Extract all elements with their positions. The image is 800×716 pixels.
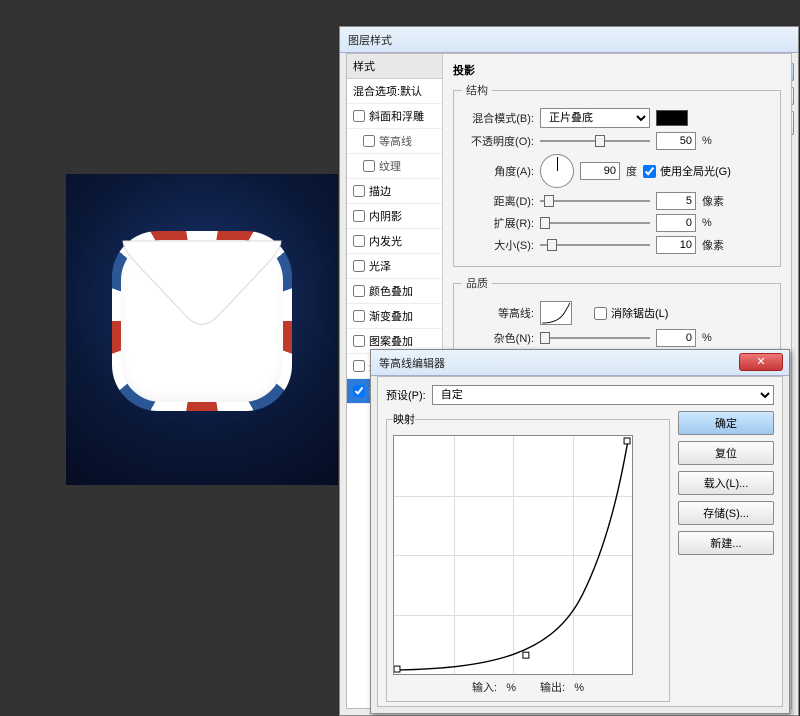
style-checkbox[interactable] xyxy=(353,285,365,297)
style-checkbox[interactable] xyxy=(353,185,365,197)
style-checkbox[interactable] xyxy=(363,135,375,147)
style-row-4[interactable]: 内阴影 xyxy=(347,204,442,229)
style-row-2[interactable]: 纹理 xyxy=(347,154,442,179)
style-checkbox[interactable] xyxy=(353,385,365,397)
canvas-area xyxy=(0,0,339,716)
spread-input[interactable] xyxy=(656,214,696,232)
quality-group: 品质 等高线: 消除锯齿(L) 杂色(N): % xyxy=(453,275,781,360)
style-label: 斜面和浮雕 xyxy=(369,108,424,124)
style-checkbox[interactable] xyxy=(353,210,365,222)
opacity-slider[interactable] xyxy=(540,134,650,148)
size-input[interactable] xyxy=(656,236,696,254)
reset-button[interactable]: 复位 xyxy=(678,441,774,465)
structure-group: 结构 混合模式(B): 正片叠底 不透明度(O): % 角度(A): xyxy=(453,82,781,267)
icon-preview xyxy=(66,174,338,485)
style-checkbox[interactable] xyxy=(353,260,365,272)
new-button[interactable]: 新建... xyxy=(678,531,774,555)
layer-style-titlebar[interactable]: 图层样式 xyxy=(340,27,798,53)
load-button[interactable]: 载入(L)... xyxy=(678,471,774,495)
style-checkbox[interactable] xyxy=(363,160,375,172)
envelope-icon xyxy=(112,231,292,411)
style-label: 图案叠加 xyxy=(369,333,413,349)
distance-slider[interactable] xyxy=(540,194,650,208)
contour-curve-icon xyxy=(394,436,632,674)
angle-dial[interactable] xyxy=(540,154,574,188)
noise-input[interactable] xyxy=(656,329,696,347)
style-row-0[interactable]: 斜面和浮雕 xyxy=(347,104,442,129)
panel-title: 投影 xyxy=(453,62,781,78)
style-checkbox[interactable] xyxy=(353,360,365,372)
layer-style-title: 图层样式 xyxy=(348,32,392,48)
distance-input[interactable] xyxy=(656,192,696,210)
blending-options-row[interactable]: 混合选项:默认 xyxy=(347,79,442,104)
style-row-3[interactable]: 描边 xyxy=(347,179,442,204)
style-checkbox[interactable] xyxy=(353,310,365,322)
style-label: 内发光 xyxy=(369,233,402,249)
style-label: 内阴影 xyxy=(369,208,402,224)
style-row-5[interactable]: 内发光 xyxy=(347,229,442,254)
style-row-1[interactable]: 等高线 xyxy=(347,129,442,154)
blend-mode-select[interactable]: 正片叠底 xyxy=(540,108,650,128)
spread-slider[interactable] xyxy=(540,216,650,230)
preset-label: 预设(P): xyxy=(386,387,426,403)
size-slider[interactable] xyxy=(540,238,650,252)
contour-curve-editor[interactable] xyxy=(393,435,633,675)
mapping-group: 映射 输入: % 输出: % xyxy=(386,411,670,702)
envelope-flap-icon xyxy=(117,239,287,334)
noise-slider[interactable] xyxy=(540,331,650,345)
style-label: 渐变叠加 xyxy=(369,308,413,324)
style-row-7[interactable]: 颜色叠加 xyxy=(347,279,442,304)
antialias-checkbox[interactable]: 消除锯齿(L) xyxy=(594,305,668,321)
angle-input[interactable] xyxy=(580,162,620,180)
opacity-input[interactable] xyxy=(656,132,696,150)
contour-editor-dialog: 等高线编辑器 ✕ 预设(P): 自定 映射 xyxy=(370,349,790,714)
style-list-header: 样式 xyxy=(347,54,442,79)
style-row-8[interactable]: 渐变叠加 xyxy=(347,304,442,329)
use-global-light-checkbox[interactable]: 使用全局光(G) xyxy=(643,163,731,179)
style-label: 等高线 xyxy=(379,133,412,149)
style-label: 纹理 xyxy=(379,158,401,174)
preset-select[interactable]: 自定 xyxy=(432,385,774,405)
shadow-color-swatch[interactable] xyxy=(656,110,688,126)
style-label: 描边 xyxy=(369,183,391,199)
ok-button[interactable]: 确定 xyxy=(678,411,774,435)
contour-editor-title: 等高线编辑器 xyxy=(379,355,445,371)
close-icon[interactable]: ✕ xyxy=(739,353,783,371)
style-checkbox[interactable] xyxy=(353,235,365,247)
style-checkbox[interactable] xyxy=(353,110,365,122)
contour-thumbnail[interactable] xyxy=(540,301,572,325)
style-row-6[interactable]: 光泽 xyxy=(347,254,442,279)
contour-editor-titlebar[interactable]: 等高线编辑器 ✕ xyxy=(371,350,789,376)
style-label: 光泽 xyxy=(369,258,391,274)
save-button[interactable]: 存储(S)... xyxy=(678,501,774,525)
style-checkbox[interactable] xyxy=(353,335,365,347)
style-label: 颜色叠加 xyxy=(369,283,413,299)
